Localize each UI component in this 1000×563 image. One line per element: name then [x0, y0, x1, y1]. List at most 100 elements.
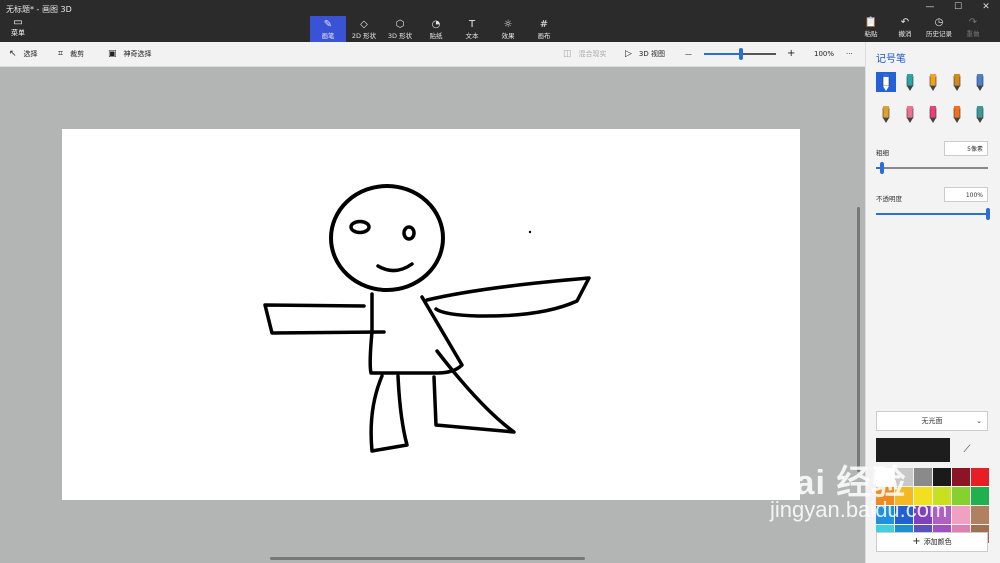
tool-label: 3D 形状	[387, 32, 413, 40]
view-3d-button[interactable]: ▷ 3D 视图	[625, 42, 665, 66]
select-button[interactable]: ↖ 选择	[9, 42, 38, 66]
thickness-slider[interactable]	[876, 162, 988, 174]
close-button[interactable]: ✕	[972, 0, 1000, 14]
rtool-label: 重做	[966, 30, 980, 38]
texture-dropdown[interactable]: 无光面 ⌄	[876, 411, 988, 431]
color-swatch[interactable]	[933, 468, 951, 486]
cursor-icon: ↖	[9, 49, 17, 59]
tool-cube[interactable]: ⬡ 3D 形状	[382, 16, 418, 42]
add-color-button[interactable]: + 添加颜色	[876, 532, 988, 552]
right-toolbar: 📋 粘贴 ↶ 撤消 ◷ 历史记录 ↷ 重做	[854, 17, 990, 38]
tool-label: 效果	[501, 32, 515, 40]
watercolor-brush-icon[interactable]	[947, 72, 967, 92]
color-swatch[interactable]	[971, 468, 989, 486]
thickness-slider-thumb[interactable]	[879, 162, 884, 174]
history-button[interactable]: ◷ 历史记录	[922, 17, 956, 38]
plus-icon: +	[912, 536, 921, 547]
zoom-level[interactable]: 100%	[814, 42, 834, 66]
rtool-label: 撤消	[898, 30, 912, 38]
calligraphy-pen-icon[interactable]	[900, 72, 920, 92]
text-icon: T	[468, 19, 476, 30]
vertical-scrollbar[interactable]	[857, 207, 860, 472]
magic-select-button[interactable]: ▣ 神奇选择	[108, 42, 152, 66]
opacity-input[interactable]: 100%	[944, 187, 988, 202]
opacity-slider[interactable]	[876, 208, 990, 220]
view-3d-label: 3D 视图	[638, 50, 665, 58]
panel-title: 记号笔	[876, 54, 906, 65]
right-leg	[432, 349, 516, 434]
horizontal-scrollbar[interactable]	[270, 557, 585, 560]
crop-label: 裁剪	[70, 50, 85, 58]
spray-can-icon[interactable]	[947, 104, 967, 124]
maximize-button[interactable]: ☐	[944, 0, 972, 14]
mixed-reality-icon: ◫	[563, 49, 572, 59]
right-eye	[402, 225, 416, 241]
color-swatch[interactable]	[952, 468, 970, 486]
tool-label: 文本	[465, 32, 479, 40]
menu-label: 菜单	[11, 29, 25, 37]
minimize-button[interactable]: —	[916, 0, 944, 14]
tool-text[interactable]: T 文本	[454, 16, 490, 42]
left-arm	[263, 303, 386, 335]
cube-icon: ⬡	[395, 19, 405, 30]
tool-canvas[interactable]: # 画布	[526, 16, 562, 42]
undo-icon: ↶	[900, 17, 910, 28]
eyedropper-icon[interactable]: ⟋	[956, 440, 978, 460]
zoom-slider[interactable]	[704, 48, 776, 60]
sticker-icon: ◔	[431, 19, 441, 30]
undo-button[interactable]: ↶ 撤消	[888, 17, 922, 38]
redo-button[interactable]: ↷ 重做	[956, 17, 990, 38]
mouth	[376, 262, 414, 273]
magic-select-label: 神奇选择	[123, 50, 152, 58]
paste-icon: 📋	[864, 17, 878, 28]
color-swatch[interactable]	[971, 487, 989, 505]
title-bar: 无标题* - 画图 3D — ☐ ✕ ▭ 菜单 ✎ 画笔 ◇ 2D 形状 ⬡ 3D 形状 ◔…	[0, 0, 1000, 42]
color-swatch[interactable]	[952, 487, 970, 505]
thickness-input[interactable]: 5像素	[944, 141, 988, 156]
tool-label: 画笔	[321, 32, 335, 40]
stray-dot	[528, 230, 532, 234]
color-swatch[interactable]	[952, 506, 970, 524]
zoom-slider-thumb[interactable]	[739, 48, 744, 60]
oil-brush-icon[interactable]	[923, 72, 943, 92]
view-3d-icon: ▷	[625, 49, 632, 59]
color-swatch[interactable]	[914, 468, 932, 486]
fill-bucket-icon[interactable]	[970, 104, 990, 124]
marker-brush-icon[interactable]	[876, 72, 896, 92]
color-swatch[interactable]	[971, 506, 989, 524]
crop-button[interactable]: ⌗ 裁剪	[58, 42, 84, 66]
zoom-in-button[interactable]: +	[787, 42, 795, 66]
effects-icon: ☼	[503, 19, 513, 30]
history-icon: ◷	[934, 17, 944, 28]
opacity-slider-thumb[interactable]	[986, 208, 990, 220]
add-color-label: 添加颜色	[923, 538, 952, 546]
pencil-icon[interactable]	[876, 104, 896, 124]
mixed-reality-button[interactable]: ◫ 混合现实	[563, 42, 607, 66]
left-leg	[369, 374, 409, 453]
paste-button[interactable]: 📋 粘贴	[854, 17, 888, 38]
eraser-icon[interactable]	[900, 104, 920, 124]
window-title: 无标题* - 画图 3D	[6, 5, 72, 14]
brush-icon: ✎	[323, 19, 333, 30]
pixel-pen-icon[interactable]	[970, 72, 990, 92]
chevron-down-icon: ⌄	[976, 417, 982, 425]
main-toolbar: ✎ 画笔 ◇ 2D 形状 ⬡ 3D 形状 ◔ 贴纸 T 文本 ☼ 效果 # 画布	[310, 16, 562, 42]
tool-label: 贴纸	[429, 32, 443, 40]
zoom-out-button[interactable]: —	[685, 42, 692, 66]
watermark-url: jingyan.baidu.com	[770, 497, 948, 522]
drawing-canvas[interactable]	[62, 129, 800, 500]
tool-effects[interactable]: ☼ 效果	[490, 16, 526, 42]
crayon-icon[interactable]	[923, 104, 943, 124]
select-label: 选择	[23, 50, 38, 58]
thickness-label: 粗细	[876, 149, 889, 157]
tool-shapes-2d[interactable]: ◇ 2D 形状	[346, 16, 382, 42]
texture-value: 无光面	[921, 417, 943, 425]
zoom-slider-fill	[704, 53, 742, 55]
rtool-label: 历史记录	[926, 30, 952, 38]
tool-sticker[interactable]: ◔ 贴纸	[418, 16, 454, 42]
menu-button[interactable]: ▭ 菜单	[4, 17, 32, 39]
crop-icon: ⌗	[58, 49, 64, 59]
tool-brush[interactable]: ✎ 画笔	[310, 16, 346, 42]
canvas-icon: #	[539, 19, 549, 30]
more-button[interactable]: ···	[846, 42, 853, 66]
